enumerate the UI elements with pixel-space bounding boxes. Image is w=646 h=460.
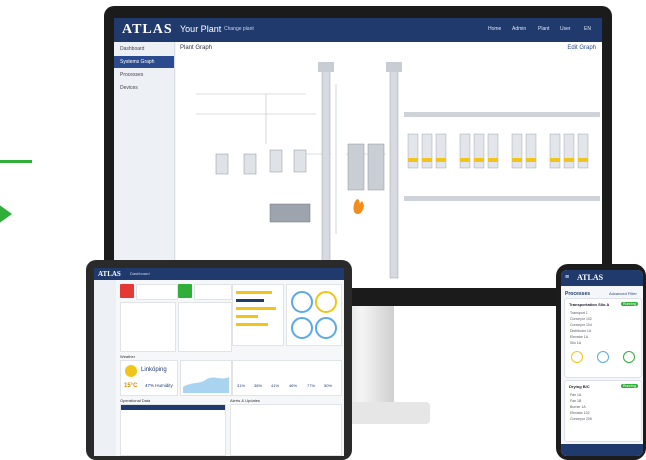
- status-card[interactable]: [178, 284, 192, 298]
- sidebar-item-systems-graph[interactable]: Systems Graph: [120, 59, 154, 65]
- storage-bars-panel: [232, 284, 284, 346]
- nav-home[interactable]: Home: [488, 26, 501, 32]
- menu-icon[interactable]: ≡: [565, 274, 569, 281]
- section-alerts: Alerts & Updates: [230, 398, 261, 403]
- phone-bottom-nav[interactable]: [561, 444, 643, 456]
- gauge: [315, 291, 337, 313]
- intake-pit: [269, 203, 311, 223]
- alarm-card[interactable]: [120, 284, 134, 298]
- elevator-right-head: [386, 62, 402, 72]
- process-card-title: Transportation Silo A: [569, 302, 610, 307]
- plant-graph-canvas[interactable]: Plant Graph Edit Graph: [176, 42, 602, 288]
- list-item: Elevator 102: [570, 411, 590, 415]
- elevator-right: [389, 67, 399, 279]
- desktop-screen: ATLAS Your Plant Change plant Home Admin…: [114, 18, 602, 288]
- weather-city: Linköping: [141, 367, 167, 373]
- logo: ATLAS: [98, 270, 121, 278]
- gauge: [623, 351, 635, 363]
- forecast-value: 41%: [271, 383, 280, 388]
- sidebar-item-devices[interactable]: Devices: [120, 85, 138, 91]
- gauge: [597, 351, 609, 363]
- alerts-panel: [230, 404, 342, 456]
- burner-flame-icon: [353, 199, 364, 214]
- storage-silos: [407, 133, 589, 169]
- gauge: [315, 317, 337, 339]
- tablet-screen: ATLAS Dashboard Weather Linköping 15°C 4…: [94, 268, 344, 456]
- dryer: [347, 143, 365, 191]
- silo-small: [269, 149, 283, 173]
- humidity-chart: [180, 360, 232, 396]
- weather-humidity: 47% Humidity: [145, 383, 173, 388]
- list-item: Elevator 1A: [570, 335, 589, 339]
- status-card-body: [194, 284, 232, 300]
- forecast-value: 31%: [237, 383, 246, 388]
- process-card[interactable]: Transportation Silo A Running Transport …: [564, 298, 642, 378]
- sidebar-item-dashboard[interactable]: Dashboard: [120, 46, 144, 52]
- processes-title: Processes: [565, 291, 591, 297]
- alarm-card-body: [136, 284, 178, 300]
- advanced-filter-button[interactable]: Advanced Filter: [609, 291, 637, 296]
- sun-icon: [125, 365, 137, 377]
- list-item: Transport 1: [570, 311, 588, 315]
- forecast-value: 38%: [254, 383, 263, 388]
- conveyor-top: [404, 112, 600, 117]
- silo-small: [243, 153, 257, 175]
- process-card-title: Drying B/C: [569, 384, 590, 389]
- status-badge: Running: [620, 384, 638, 388]
- forecast-panel: 31% 38% 41% 46% 77% 50%: [232, 360, 342, 396]
- nav-user[interactable]: User: [560, 26, 571, 32]
- app-title[interactable]: Your Plant: [180, 24, 221, 34]
- app-title: Dashboard: [130, 271, 150, 276]
- forecast-value: 50%: [324, 383, 333, 388]
- gauge: [571, 351, 583, 363]
- page-title: Plant Graph: [180, 45, 213, 51]
- list-item: Fan 1A: [570, 393, 582, 397]
- edit-graph-button[interactable]: Edit Graph: [567, 45, 596, 51]
- list-item: Conveyor 205: [570, 417, 592, 421]
- arrow-line: [0, 160, 32, 163]
- list-item: Distributor 1A: [570, 329, 592, 333]
- sidebar-item-processes[interactable]: Processes: [120, 72, 143, 78]
- plant-diagram: [196, 62, 600, 279]
- silo-small: [215, 153, 229, 175]
- section-weather: Weather: [120, 354, 136, 359]
- list-item: Conveyor 104: [570, 323, 592, 327]
- arrow-right-icon: [0, 204, 12, 224]
- status-badge: Running: [620, 302, 638, 306]
- tablet-sidebar: [94, 280, 116, 456]
- gauge-panel: [286, 284, 342, 346]
- desktop-topbar: ATLAS Your Plant Change plant Home Admin…: [114, 18, 602, 42]
- weather-card: Linköping 15°C 47% Humidity: [120, 360, 178, 396]
- conveyor-bottom: [404, 196, 600, 201]
- logo: ATLAS: [577, 273, 604, 282]
- nav-plant[interactable]: Plant: [538, 26, 549, 32]
- process-card[interactable]: Drying B/C Running Fan 1A Fan 1B Burner …: [564, 380, 642, 442]
- silo-small: [293, 149, 307, 173]
- elevator-left: [321, 67, 331, 279]
- gauge: [291, 291, 313, 313]
- list-item: Burner 1A: [570, 405, 586, 409]
- list-item: Conveyor 102: [570, 317, 592, 321]
- logo: ATLAS: [122, 22, 173, 37]
- desktop-sidebar: Dashboard Systems Graph Processes Device…: [114, 42, 175, 288]
- phone-screen: ≡ ATLAS Processes Advanced Filter Transp…: [561, 270, 643, 456]
- gauge: [291, 317, 313, 339]
- dryer: [367, 143, 385, 191]
- forecast-value: 77%: [307, 383, 316, 388]
- list-item: Fan 1B: [570, 399, 582, 403]
- phone-topbar: ≡ ATLAS: [561, 270, 643, 286]
- nav-language[interactable]: EN: [584, 26, 591, 32]
- weather-temp: 15°C: [124, 383, 138, 389]
- forecast-value: 46%: [289, 383, 298, 388]
- nav-admin[interactable]: Admin: [512, 26, 526, 32]
- elevator-left-head: [318, 62, 334, 72]
- tablet-topbar: ATLAS Dashboard: [94, 268, 344, 280]
- section-ops: Operational Data: [120, 398, 151, 403]
- list-item: Silo 1A: [570, 341, 582, 345]
- change-plant-link[interactable]: Change plant: [224, 26, 254, 32]
- ops-table: [120, 404, 226, 456]
- process-list-b: [178, 302, 232, 352]
- process-list-a: [120, 302, 176, 352]
